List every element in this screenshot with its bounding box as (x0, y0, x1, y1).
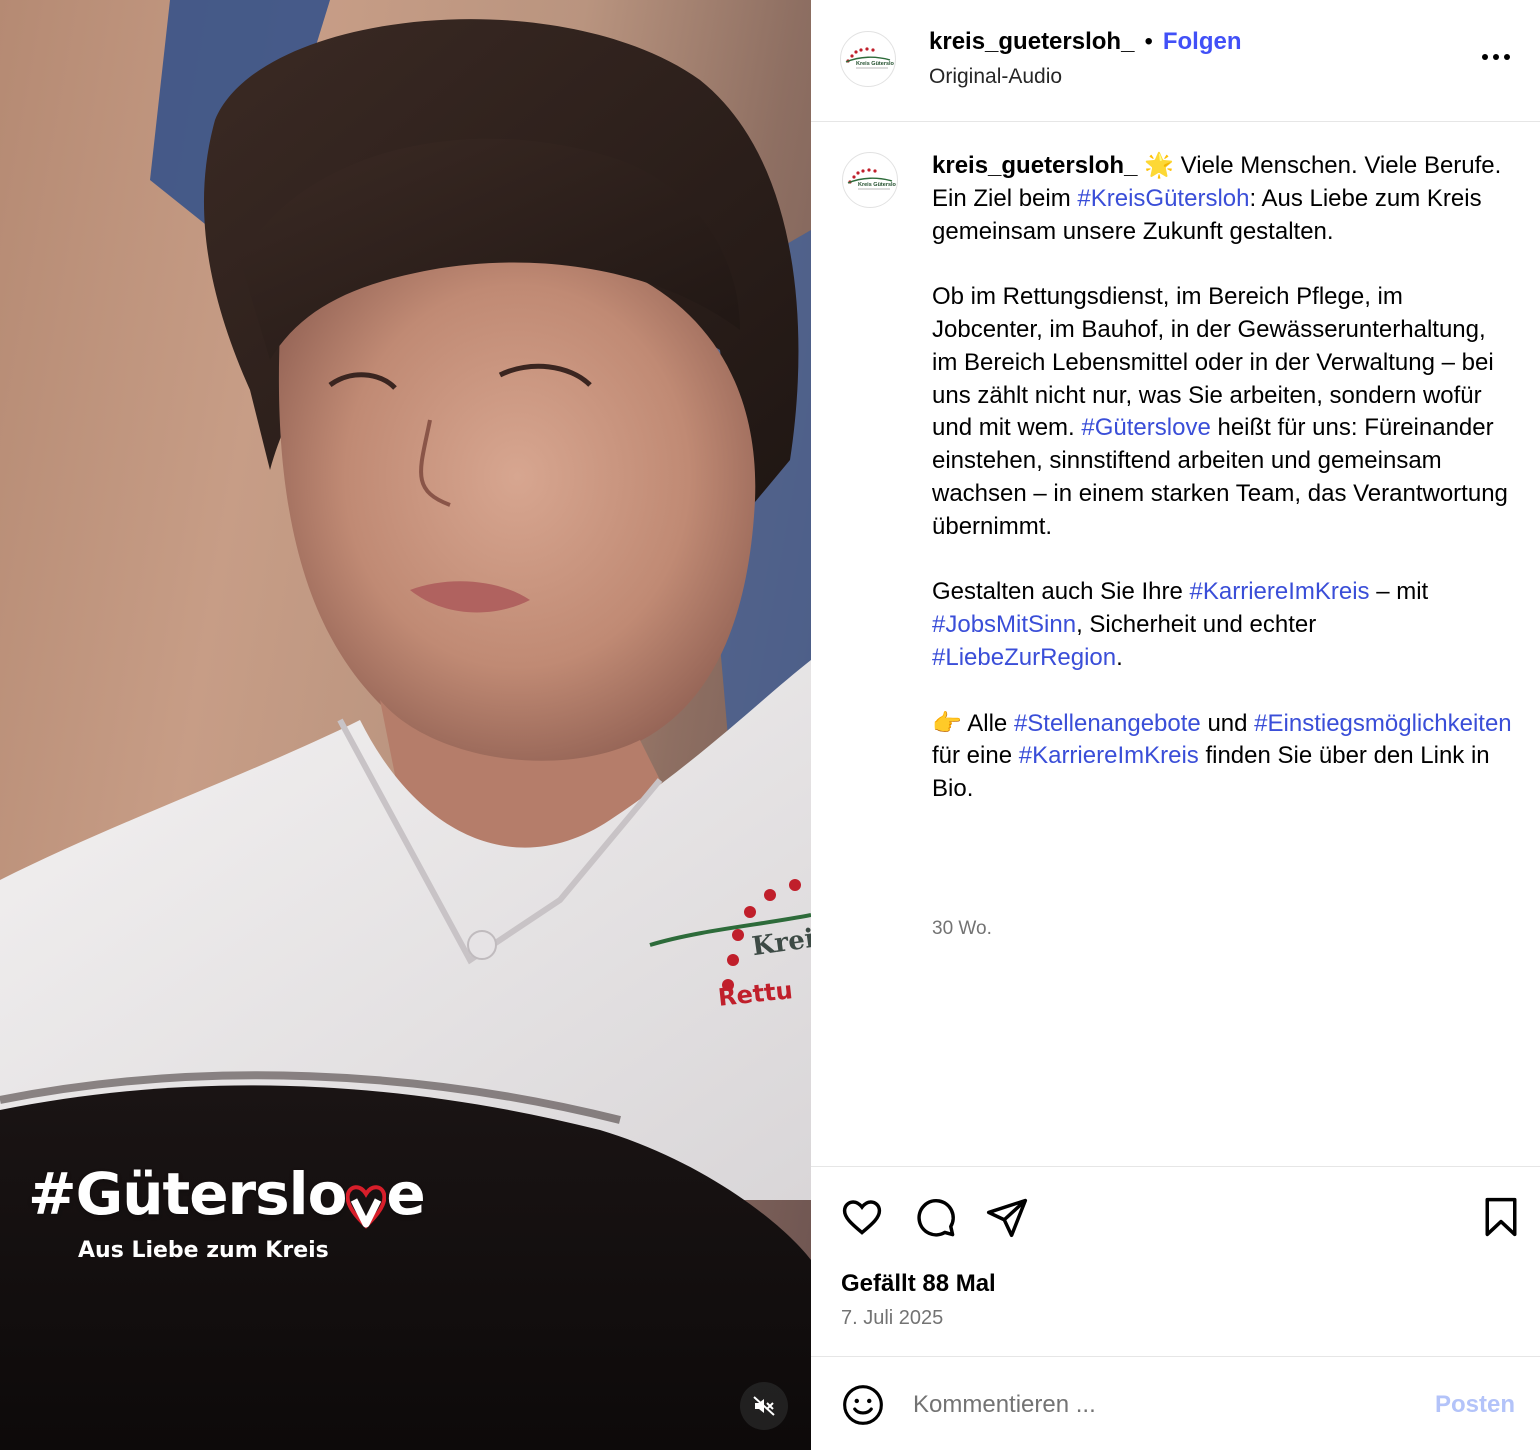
post-header: Kreis Gütersloh kreis_guetersloh_ • Folg… (811, 0, 1540, 122)
heart-icon[interactable] (840, 1195, 884, 1244)
audio-label[interactable]: Original-Audio (929, 65, 1062, 89)
hashtag-link[interactable]: #JobsMitSinn (932, 611, 1076, 638)
like-count[interactable]: Gefällt 88 Mal (841, 1270, 996, 1298)
hashtag-link[interactable]: #KarriereImKreis (1190, 578, 1370, 605)
overlay-hashtag: #Güterslo e (28, 1160, 426, 1229)
more-options-button[interactable] (1481, 45, 1511, 74)
hashtag-link[interactable]: #Güterslove (1081, 414, 1210, 441)
comment-bar: Posten (811, 1356, 1540, 1450)
caption-paragraph-3: Gestalten auch Sie Ihre #KarriereImKreis… (932, 578, 1429, 671)
bookmark-icon[interactable] (1479, 1195, 1523, 1244)
follow-button[interactable]: Folgen (1163, 28, 1242, 56)
header-username[interactable]: kreis_guetersloh_ (929, 28, 1134, 56)
post-panel: Kreis Gütersloh kreis_guetersloh_ • Folg… (811, 0, 1540, 1450)
separator-dot: • (1144, 28, 1153, 55)
share-icon[interactable] (985, 1195, 1029, 1244)
hashtag-link[interactable]: #LiebeZurRegion (932, 644, 1116, 671)
svg-text:Kreis Gütersloh: Kreis Gütersloh (858, 182, 896, 188)
caption-paragraph-1: kreis_guetersloh_ 🌟 Viele Menschen. Viel… (932, 152, 1502, 245)
kreis-guetersloh-logo-icon: Kreis Gütersloh (847, 168, 896, 190)
caption-time-ago[interactable]: 30 Wo. (932, 918, 992, 940)
video-frame-image (0, 0, 811, 1450)
comment-icon[interactable] (913, 1195, 957, 1244)
hashtag-link[interactable]: #KarriereImKreis (1019, 742, 1199, 769)
comment-input[interactable] (913, 1389, 1393, 1421)
post-date[interactable]: 7. Juli 2025 (841, 1307, 943, 1330)
hashtag-link[interactable]: #KreisGütersloh (1077, 185, 1249, 212)
caption-paragraph-4: 👉 Alle #Stellenangebote und #Einstiegsmö… (932, 709, 1512, 803)
hashtag-link[interactable]: #Einstiegsmöglichkeiten (1254, 710, 1511, 737)
post-caption: kreis_guetersloh_ 🌟 Viele Menschen. Viel… (932, 150, 1512, 839)
kreis-guetersloh-logo-icon: Kreis Gütersloh (845, 47, 894, 69)
star-emoji: 🌟 (1144, 152, 1174, 179)
caption-username[interactable]: kreis_guetersloh_ (932, 152, 1137, 179)
caption-avatar[interactable]: Kreis Gütersloh (842, 152, 898, 208)
overlay-subtitle: Aus Liebe zum Kreis (78, 1238, 329, 1263)
heart-v-icon (346, 1176, 387, 1229)
mute-button[interactable] (740, 1382, 788, 1430)
hashtag-link[interactable]: #Stellenangebote (1014, 710, 1201, 737)
post-comment-button[interactable]: Posten (1435, 1391, 1515, 1419)
reel-video[interactable]: Krei Rettu #Güterslo e Aus Liebe zum Krei… (0, 0, 811, 1450)
more-dots-icon (1482, 54, 1510, 60)
pointing-hand-emoji: 👉 (932, 709, 962, 737)
avatar[interactable]: Kreis Gütersloh (840, 31, 896, 87)
caption-paragraph-2: Ob im Rettungsdienst, im Bereich Pflege,… (932, 283, 1508, 540)
emoji-icon[interactable] (841, 1383, 885, 1432)
speaker-muted-icon (753, 1396, 775, 1416)
svg-text:Kreis Gütersloh: Kreis Gütersloh (856, 61, 894, 67)
